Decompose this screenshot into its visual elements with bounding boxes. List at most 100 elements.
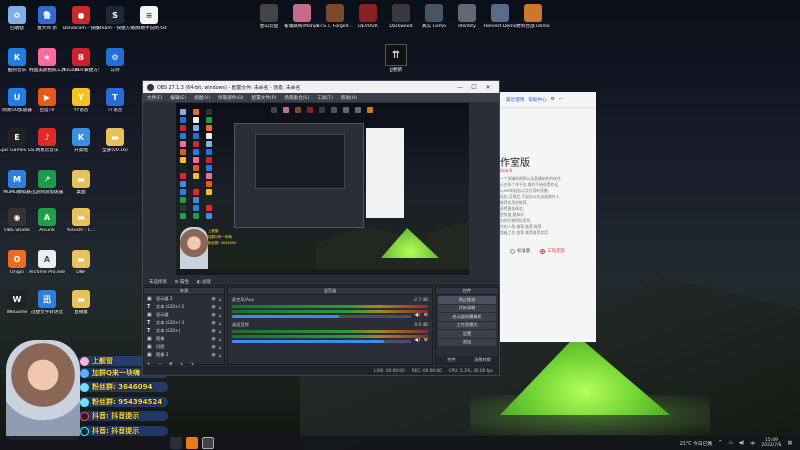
desktop-shortcut[interactable]: DEVOUR [351,4,385,30]
move-up-icon[interactable]: ∧ [180,361,188,366]
visibility-icon[interactable]: ◉ [211,320,215,326]
tray-chevron-icon[interactable]: ^ [718,441,722,446]
minimize-button[interactable]: — [453,84,467,91]
lock-icon[interactable]: 🔒︎ [219,329,221,334]
desktop-shortcut[interactable]: ● Bandicam - 快捷方式 [63,6,99,32]
taskbar-app-icon[interactable] [170,437,182,449]
studio-edition-radio[interactable]: 工作室版 [540,248,565,254]
exit-button[interactable]: 退出 [438,338,496,346]
maximize-button[interactable]: ☐ [467,84,481,91]
desktop-shortcut[interactable]: 鲁鲁大师 新 [30,6,64,32]
desktop-shortcut[interactable]: ▬ YuGiOh - C... [64,208,98,234]
desktop-shortcut[interactable]: A AnLink [30,208,64,234]
stop-streaming-button[interactable]: 停止推流 [438,296,496,304]
desktop-shortcut[interactable]: ♪ 网易云音乐 [30,128,64,154]
desktop-shortcut[interactable]: Y YY语音 [64,88,98,114]
menu-item[interactable]: 配置文件(P) [252,95,277,101]
minimize-icon[interactable]: — [559,97,564,102]
recent-link[interactable]: 最近使用 [506,97,524,103]
visibility-icon[interactable]: ◉ [211,304,215,310]
tab-controls[interactable]: 控件 [436,356,467,364]
menu-item[interactable]: 工具(T) [317,95,333,101]
desktop-shortcut[interactable]: Harvest Demo [483,4,517,30]
visibility-icon[interactable]: ◉ [211,296,215,302]
notification-icon[interactable]: ▤ [787,441,792,446]
lock-icon[interactable]: 🔒︎ [219,345,221,350]
desktop-shortcut[interactable]: K 开黑啦 [64,128,98,154]
source-item[interactable]: ▣ 显示器 2 ◉ 🔒︎ [144,295,224,303]
visibility-icon[interactable]: ◉ [211,352,215,358]
ime-icon[interactable]: 中 [750,440,755,447]
desktop-shortcut[interactable]: 野狗合战 Demo [516,4,550,30]
standard-edition-radio[interactable]: 标准版 [510,248,530,254]
speaker-icon[interactable]: ◀) [415,313,420,318]
desktop-shortcut[interactable]: 迅迅捷文字转语音 [30,290,64,316]
weather-widget[interactable]: 21°C 今日已晚 [680,440,713,447]
menu-item[interactable]: 场景集合(S) [284,95,309,101]
desktop-shortcut[interactable]: ▬ 全部(v0.16) [98,128,132,154]
desktop-shortcut[interactable]: ↗ 迅游网游加速器 [30,170,64,196]
menu-item[interactable]: 帮助(H) [341,95,357,101]
desktop-shortcut[interactable]: Identity [450,4,484,30]
desktop-shortcut[interactable]: S Steam - 快捷方式 [97,6,133,32]
volume-fader[interactable] [232,340,411,343]
lock-icon[interactable]: 🔒︎ [219,305,221,310]
desktop-shortcut[interactable]: ▶ 百度TV [30,88,64,114]
desktop-shortcut[interactable]: F.I.S.T. Forged ... [317,4,353,30]
taskbar-obs-icon[interactable] [202,437,214,449]
gear-icon[interactable]: ⚙ [424,313,428,318]
volume-icon[interactable]: ◀) [739,441,745,446]
settings-button[interactable]: 设置 [438,330,496,338]
desktop-shortcut[interactable]: ▬ DNF [64,250,98,276]
speaker-icon[interactable]: ◀) [415,338,420,343]
desktop-shortcut[interactable]: ▬ 桌面 [64,170,98,196]
menu-item[interactable]: 文件(F) [147,95,162,101]
visibility-icon[interactable]: ◉ [211,336,215,342]
visibility-icon[interactable]: ◉ [211,312,215,318]
desktop-shortcut[interactable]: ⚙ 公孙 [98,48,132,74]
settings-icon[interactable]: ⚙ [551,97,555,102]
tab-transitions[interactable]: 场景转换 [467,356,498,364]
desktop-shortcut[interactable]: ▬ 直播素 [64,290,98,316]
source-settings-icon[interactable]: ⚙ [169,361,177,366]
source-item[interactable]: ▣ 显示器 ◉ 🔒︎ [144,311,224,319]
lock-icon[interactable]: 🔒︎ [219,313,221,318]
desktop-shortcut[interactable]: 雀魂麻将(Mahjong...) [284,4,320,30]
menu-item[interactable]: 编辑(E) [170,95,186,101]
desktop-shortcut[interactable]: ≡ 视频助手说明.txt [131,6,167,32]
volume-fader[interactable] [232,315,411,318]
menu-item[interactable]: 视图(V) [194,95,210,101]
desktop-shortcut[interactable]: T TT语音 [98,88,132,114]
clock[interactable]: 15:09 2022/7/6 [761,438,781,449]
obs-window[interactable]: OBS 27.1.3 (64-bit, windows) - 配置文件: 未命名… [142,80,500,376]
desktop-shortcut[interactable]: B BLITZ [64,48,98,74]
lock-icon[interactable]: 🔒︎ [219,337,221,342]
source-item[interactable]: T 文本 (GDI+) ◉ 🔒︎ [144,327,224,335]
filters-button[interactable]: ◐ 滤镜 [197,279,211,285]
lock-icon[interactable]: 🔒︎ [219,321,221,326]
studio-mode-button[interactable]: 工作室模式 [438,321,496,329]
start-recording-button[interactable]: 开始录制 [438,304,496,312]
desktop-shortcut[interactable]: ★ 韩国美颜拍照工具 [29,48,65,74]
lock-icon[interactable]: 🔒︎ [219,297,221,302]
obs-preview-canvas[interactable]: 上舰管 加群Q来一块嗨 粉丝群: 3646094 [176,103,469,275]
update-app-icon[interactable]: ⇈ [385,44,407,66]
close-button[interactable]: ✕ [481,84,495,91]
properties-button[interactable]: ⚙ 属性 [175,279,189,285]
desktop-shortcut[interactable]: 真实 Cemo [417,4,451,30]
help-center-link[interactable]: 帮助中心 [528,97,546,103]
move-down-icon[interactable]: ∨ [191,361,199,366]
desktop-shortcut[interactable]: Darkwood [384,4,418,30]
network-icon[interactable]: ▭ [728,441,733,446]
taskbar-app-icon[interactable] [186,437,198,449]
menu-item[interactable]: 停靠部件(D) [218,95,244,101]
desktop-shortcut[interactable]: 金山云盘 [252,4,286,30]
start-virtual-camera-button[interactable]: 启动虚拟摄像机 [438,313,496,321]
visibility-icon[interactable]: ◉ [211,344,215,350]
lock-icon[interactable]: 🔒︎ [219,353,221,358]
source-item[interactable]: T 文本 (GDI+) 2 ◉ 🔒︎ [144,303,224,311]
gear-icon[interactable]: ⚙ [424,338,428,343]
desktop-shortcut[interactable]: A Arctime Pro.exe [29,250,65,276]
source-item[interactable]: T 文本 (GDI+) 3 ◉ 🔒︎ [144,319,224,327]
installer-window[interactable]: 最近使用 帮助中心 ⚙ — 作室版 dwb/d 一个领域的视频以及直播制作的软件… [500,92,596,342]
